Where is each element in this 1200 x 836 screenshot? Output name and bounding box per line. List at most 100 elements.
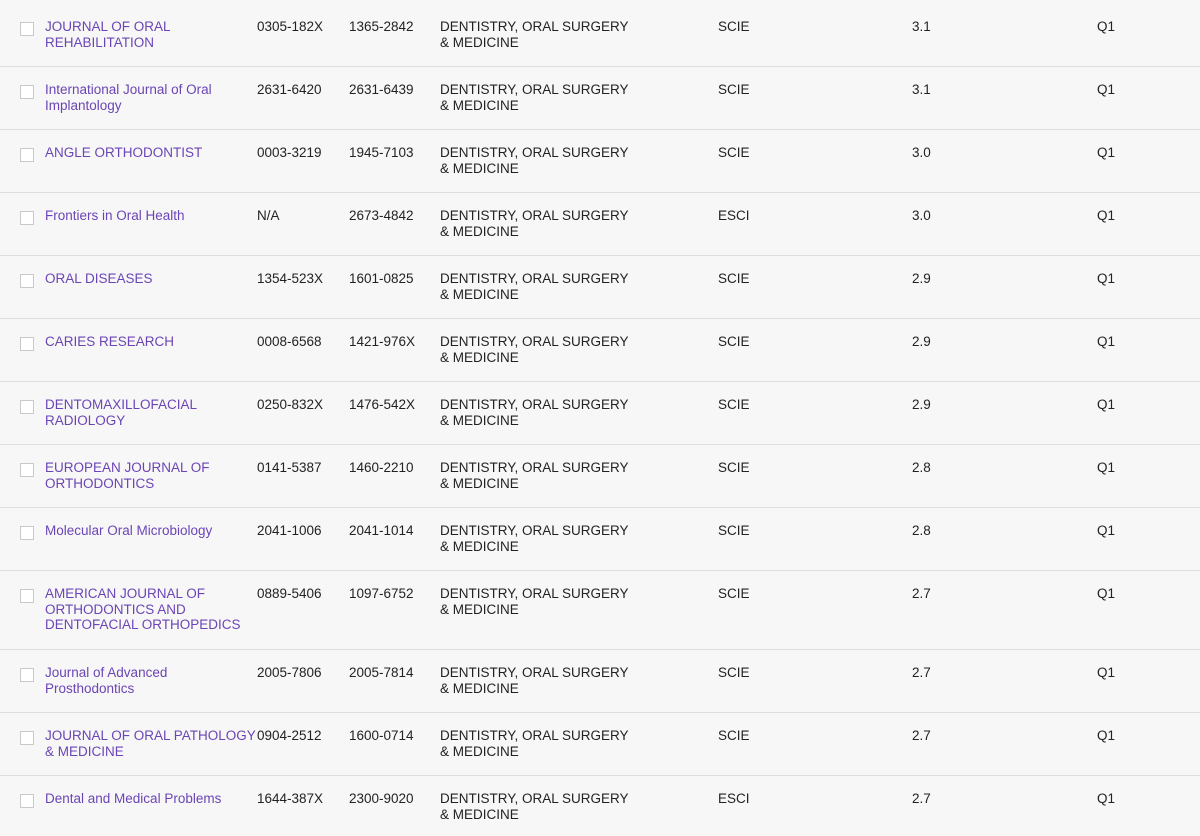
edition-cell: SCIE — [718, 728, 750, 743]
category-cell: DENTISTRY, ORAL SURGERY & MEDICINE — [440, 665, 629, 696]
issn-cell: 1354-523X — [257, 271, 324, 286]
jif-cell: 2.8 — [912, 523, 931, 538]
quartile-cell: Q1 — [1097, 397, 1116, 412]
edition-cell: ESCI — [718, 791, 750, 806]
eissn-cell: 1460-2210 — [349, 460, 414, 475]
edition-cell: SCIE — [718, 586, 750, 601]
row-select-checkbox[interactable] — [20, 400, 34, 414]
edition-cell: SCIE — [718, 460, 750, 475]
jif-cell: 2.9 — [912, 271, 931, 286]
jif-cell: 3.0 — [912, 208, 931, 223]
journal-results-table: JOURNAL OF ORAL REHABILITATION 0305-182X… — [0, 4, 1200, 836]
journal-title-link[interactable]: ANGLE ORTHODONTIST — [45, 145, 257, 161]
category-cell: DENTISTRY, ORAL SURGERY & MEDICINE — [440, 791, 629, 822]
table-row: AMERICAN JOURNAL OF ORTHODONTICS AND DEN… — [0, 571, 1200, 650]
issn-cell: 2631-6420 — [257, 82, 322, 97]
category-cell: DENTISTRY, ORAL SURGERY & MEDICINE — [440, 586, 629, 617]
issn-cell: 2041-1006 — [257, 523, 322, 538]
quartile-cell: Q1 — [1097, 665, 1116, 680]
category-cell: DENTISTRY, ORAL SURGERY & MEDICINE — [440, 460, 629, 491]
jif-cell: 2.7 — [912, 791, 931, 806]
table-row: Journal of Advanced Prosthodontics 2005-… — [0, 650, 1200, 713]
quartile-cell: Q1 — [1097, 145, 1116, 160]
table-row: ORAL DISEASES 1354-523X 1601-0825 DENTIS… — [0, 256, 1200, 319]
category-cell: DENTISTRY, ORAL SURGERY & MEDICINE — [440, 208, 629, 239]
eissn-cell: 2005-7814 — [349, 665, 414, 680]
row-select-checkbox[interactable] — [20, 668, 34, 682]
jif-cell: 2.9 — [912, 397, 931, 412]
journal-title-link[interactable]: JOURNAL OF ORAL REHABILITATION — [45, 19, 257, 50]
issn-cell: 1644-387X — [257, 791, 324, 806]
journal-title-link[interactable]: ORAL DISEASES — [45, 271, 257, 287]
category-cell: DENTISTRY, ORAL SURGERY & MEDICINE — [440, 523, 629, 554]
issn-cell: 0889-5406 — [257, 586, 322, 601]
journal-title-link[interactable]: Molecular Oral Microbiology — [45, 523, 257, 539]
edition-cell: SCIE — [718, 334, 750, 349]
row-select-checkbox[interactable] — [20, 589, 34, 603]
table-row: ANGLE ORTHODONTIST 0003-3219 1945-7103 D… — [0, 130, 1200, 193]
eissn-cell: 2300-9020 — [349, 791, 414, 806]
eissn-cell: 1601-0825 — [349, 271, 414, 286]
eissn-cell: 1421-976X — [349, 334, 416, 349]
table-row: International Journal of Oral Implantolo… — [0, 67, 1200, 130]
quartile-cell: Q1 — [1097, 82, 1116, 97]
issn-cell: N/A — [257, 208, 280, 223]
issn-cell: 0003-3219 — [257, 145, 322, 160]
edition-cell: SCIE — [718, 523, 750, 538]
journal-title-link[interactable]: Dental and Medical Problems — [45, 791, 257, 807]
eissn-cell: 2673-4842 — [349, 208, 414, 223]
row-select-checkbox[interactable] — [20, 463, 34, 477]
table-row: Dental and Medical Problems 1644-387X 23… — [0, 776, 1200, 836]
row-select-checkbox[interactable] — [20, 526, 34, 540]
edition-cell: SCIE — [718, 145, 750, 160]
eissn-cell: 1945-7103 — [349, 145, 414, 160]
issn-cell: 0305-182X — [257, 19, 324, 34]
journal-title-link[interactable]: Frontiers in Oral Health — [45, 208, 257, 224]
jif-cell: 3.0 — [912, 145, 931, 160]
table-row: JOURNAL OF ORAL PATHOLOGY & MEDICINE 090… — [0, 713, 1200, 776]
row-select-checkbox[interactable] — [20, 148, 34, 162]
row-select-checkbox[interactable] — [20, 274, 34, 288]
row-select-checkbox[interactable] — [20, 22, 34, 36]
eissn-cell: 1600-0714 — [349, 728, 414, 743]
journal-title-link[interactable]: DENTOMAXILLOFACIAL RADIOLOGY — [45, 397, 257, 428]
journal-title-link[interactable]: International Journal of Oral Implantolo… — [45, 82, 257, 113]
row-select-checkbox[interactable] — [20, 794, 34, 808]
issn-cell: 0250-832X — [257, 397, 324, 412]
table-row: CARIES RESEARCH 0008-6568 1421-976X DENT… — [0, 319, 1200, 382]
row-select-checkbox[interactable] — [20, 211, 34, 225]
journal-title-link[interactable]: JOURNAL OF ORAL PATHOLOGY & MEDICINE — [45, 728, 257, 759]
quartile-cell: Q1 — [1097, 728, 1116, 743]
row-select-checkbox[interactable] — [20, 731, 34, 745]
category-cell: DENTISTRY, ORAL SURGERY & MEDICINE — [440, 728, 629, 759]
journal-title-link[interactable]: AMERICAN JOURNAL OF ORTHODONTICS AND DEN… — [45, 586, 257, 633]
edition-cell: ESCI — [718, 208, 750, 223]
journal-title-link[interactable]: EUROPEAN JOURNAL OF ORTHODONTICS — [45, 460, 257, 491]
edition-cell: SCIE — [718, 82, 750, 97]
table-row: Frontiers in Oral Health N/A 2673-4842 D… — [0, 193, 1200, 256]
eissn-cell: 2041-1014 — [349, 523, 414, 538]
edition-cell: SCIE — [718, 271, 750, 286]
quartile-cell: Q1 — [1097, 791, 1116, 806]
jif-cell: 2.8 — [912, 460, 931, 475]
journal-title-link[interactable]: CARIES RESEARCH — [45, 334, 257, 350]
issn-cell: 0008-6568 — [257, 334, 322, 349]
quartile-cell: Q1 — [1097, 208, 1116, 223]
eissn-cell: 1097-6752 — [349, 586, 414, 601]
edition-cell: SCIE — [718, 665, 750, 680]
row-select-checkbox[interactable] — [20, 337, 34, 351]
eissn-cell: 1476-542X — [349, 397, 416, 412]
quartile-cell: Q1 — [1097, 334, 1116, 349]
category-cell: DENTISTRY, ORAL SURGERY & MEDICINE — [440, 271, 629, 302]
jif-cell: 3.1 — [912, 82, 931, 97]
category-cell: DENTISTRY, ORAL SURGERY & MEDICINE — [440, 397, 629, 428]
journal-title-link[interactable]: Journal of Advanced Prosthodontics — [45, 665, 257, 696]
row-select-checkbox[interactable] — [20, 85, 34, 99]
quartile-cell: Q1 — [1097, 523, 1116, 538]
table-row: Molecular Oral Microbiology 2041-1006 20… — [0, 508, 1200, 571]
category-cell: DENTISTRY, ORAL SURGERY & MEDICINE — [440, 19, 629, 50]
issn-cell: 2005-7806 — [257, 665, 322, 680]
jif-cell: 2.9 — [912, 334, 931, 349]
category-cell: DENTISTRY, ORAL SURGERY & MEDICINE — [440, 334, 629, 365]
table-row: JOURNAL OF ORAL REHABILITATION 0305-182X… — [0, 4, 1200, 67]
